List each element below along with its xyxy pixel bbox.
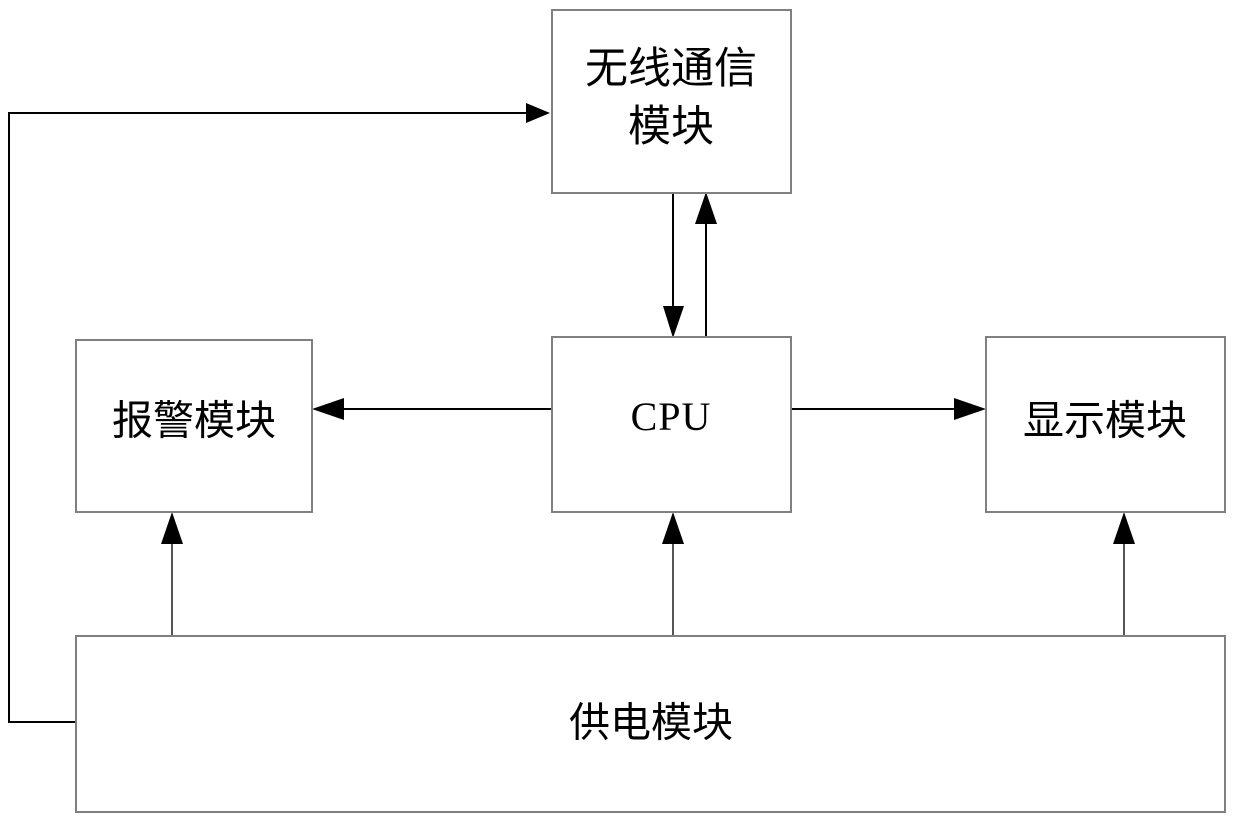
edge-power-to-alarm xyxy=(161,512,183,636)
node-wireless-module[interactable]: 无线通信 模块 xyxy=(551,9,792,194)
node-cpu[interactable]: CPU xyxy=(551,336,792,513)
cpu-label: CPU xyxy=(631,394,712,439)
cpu-to-alarm-arrowhead xyxy=(312,398,344,420)
cpu-to-wireless-arrowhead xyxy=(695,192,717,224)
edge-cpu-to-alarm xyxy=(312,398,552,420)
block-diagram-canvas: 无线通信 模块 报警模块 CPU 显示模块 供电模块 xyxy=(0,0,1240,827)
edge-cpu-to-wireless xyxy=(695,192,717,337)
block-diagram-svg: 无线通信 模块 报警模块 CPU 显示模块 供电模块 xyxy=(8,9,1226,813)
display-module-label: 显示模块 xyxy=(1023,397,1187,443)
wireless-module-label-line1: 无线通信 xyxy=(585,46,757,93)
edge-cpu-to-display xyxy=(791,398,986,420)
wireless-module-label-line2: 模块 xyxy=(628,104,714,151)
power-to-alarm-arrowhead xyxy=(161,512,183,544)
node-power-module[interactable]: 供电模块 xyxy=(75,635,1226,813)
edge-wireless-to-cpu xyxy=(663,193,684,338)
power-module-label: 供电模块 xyxy=(569,699,733,745)
power-to-cpu-arrowhead xyxy=(662,512,684,544)
node-display-module[interactable]: 显示模块 xyxy=(985,336,1226,513)
cpu-to-display-arrowhead xyxy=(954,398,986,420)
alarm-module-label: 报警模块 xyxy=(112,397,276,443)
edge-power-to-cpu xyxy=(662,512,684,636)
wireless-module-box[interactable] xyxy=(551,9,792,194)
node-alarm-module[interactable]: 报警模块 xyxy=(75,339,313,513)
power-to-wireless-arrowhead xyxy=(526,103,550,123)
edge-power-to-display xyxy=(1113,512,1135,636)
power-to-display-arrowhead xyxy=(1113,512,1135,544)
wireless-to-cpu-arrowhead xyxy=(663,306,684,338)
